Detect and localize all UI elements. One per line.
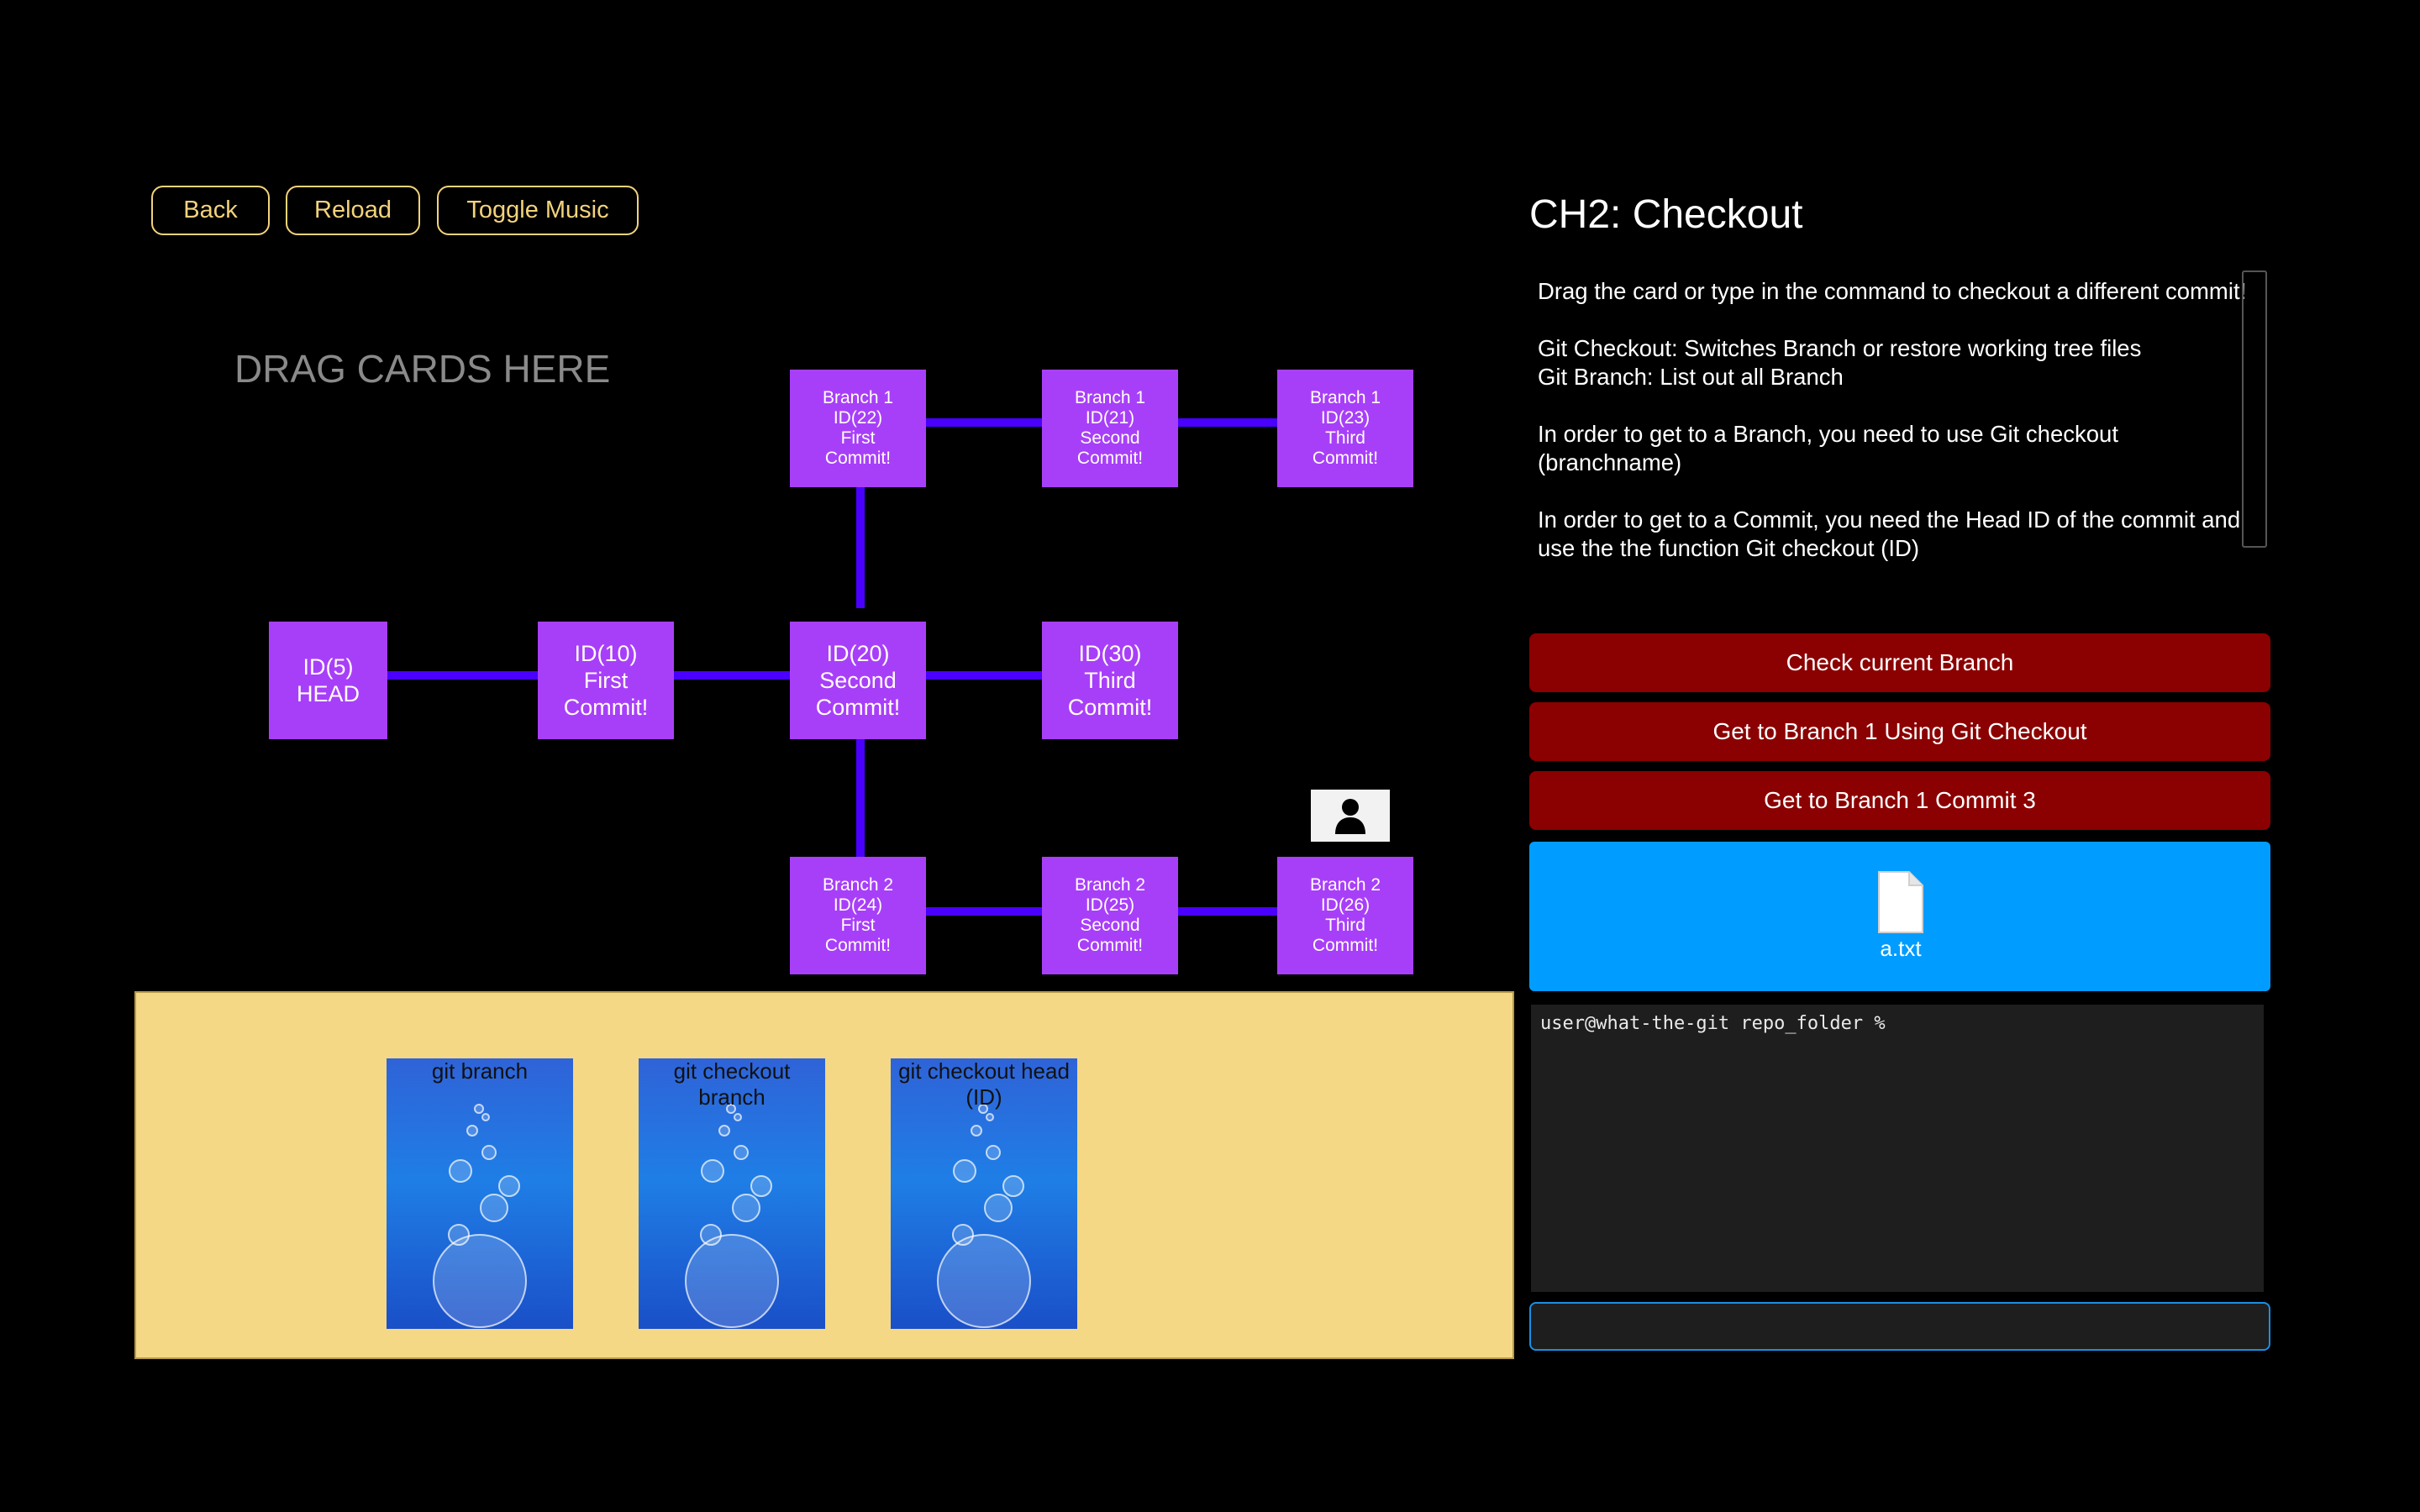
node-line: Second [819, 668, 897, 693]
node-line: First [840, 916, 876, 935]
file-icon[interactable] [1876, 870, 1926, 934]
commit-node-branch1-23[interactable]: Branch 1 ID(23) Third Commit! [1277, 370, 1413, 487]
commit-node-branch2-25[interactable]: Branch 2 ID(25) Second Commit! [1042, 857, 1178, 974]
node-line: Commit! [1312, 449, 1379, 468]
commit-node-10[interactable]: ID(10) First Commit! [538, 622, 674, 739]
current-position-marker [1311, 790, 1390, 842]
node-line: Second [1080, 428, 1140, 448]
node-line: ID(5) [302, 654, 354, 680]
bubbles-art [433, 1104, 527, 1328]
node-line: First [840, 428, 876, 448]
node-line: Branch 2 [822, 875, 894, 895]
commit-node-head[interactable]: ID(5) HEAD [269, 622, 387, 739]
terminal-output: user@what-the-git repo_folder % [1531, 1005, 2264, 1292]
node-line: HEAD [296, 681, 360, 706]
node-line: Branch 2 [1074, 875, 1146, 895]
node-line: Branch 1 [822, 388, 894, 407]
instructions: Drag the card or type in the command to … [1538, 277, 2252, 591]
branch1-checkout-button[interactable]: Get to Branch 1 Using Git Checkout [1529, 702, 2270, 761]
commit-node-branch2-24[interactable]: Branch 2 ID(24) First Commit! [790, 857, 926, 974]
node-line: Third [1084, 668, 1136, 693]
node-line: Branch 1 [1309, 388, 1381, 407]
node-line: Commit! [1076, 449, 1144, 468]
commit-node-30[interactable]: ID(30) Third Commit! [1042, 622, 1178, 739]
user-icon [1335, 799, 1365, 834]
file-name: a.txt [1880, 936, 1922, 961]
node-line: Commit! [1312, 936, 1379, 955]
instruction-text: Drag the card or type in the command to … [1538, 278, 2247, 304]
terminal-prompt: user@what-the-git repo_folder % [1540, 1013, 1886, 1034]
branch1-commit3-button[interactable]: Get to Branch 1 Commit 3 [1529, 771, 2270, 830]
node-line: ID(25) [1085, 895, 1135, 915]
card-label: git checkout branch [673, 1058, 791, 1110]
instruction-text: Git Branch: List out all Branch [1538, 364, 1844, 390]
node-line: Third [1325, 428, 1365, 448]
instructions-scrollbar[interactable] [2242, 270, 2267, 548]
node-line: Third [1325, 916, 1365, 935]
node-line: ID(20) [826, 641, 890, 666]
node-line: Commit! [815, 695, 901, 720]
instruction-text: In order to get to a Branch, you need to… [1538, 421, 2118, 475]
node-line: ID(30) [1078, 641, 1142, 666]
check-current-branch-button[interactable]: Check current Branch [1529, 633, 2270, 692]
instruction-text: In order to get to a Commit, you need th… [1538, 507, 2241, 561]
instruction-text: Git Checkout: Switches Branch or restore… [1538, 335, 2142, 361]
commit-node-branch1-21[interactable]: Branch 1 ID(21) Second Commit! [1042, 370, 1178, 487]
node-line: ID(23) [1320, 408, 1370, 428]
node-line: Commit! [824, 449, 892, 468]
commit-node-20[interactable]: ID(20) Second Commit! [790, 622, 926, 739]
node-line: ID(10) [574, 641, 638, 666]
card-git-checkout-head[interactable]: git checkout head (ID) [891, 1058, 1077, 1329]
commit-node-branch1-22[interactable]: Branch 1 ID(22) First Commit! [790, 370, 926, 487]
node-line: Commit! [563, 695, 649, 720]
commit-node-branch2-26[interactable]: Branch 2 ID(26) Third Commit! [1277, 857, 1413, 974]
node-line: Branch 1 [1074, 388, 1146, 407]
card-label: git branch [431, 1058, 529, 1084]
node-line: Commit! [824, 936, 892, 955]
node-line: Commit! [1076, 936, 1144, 955]
node-line: ID(21) [1085, 408, 1135, 428]
node-line: Second [1080, 916, 1140, 935]
card-label: git checkout head (ID) [898, 1058, 1070, 1110]
node-line: Commit! [1067, 695, 1153, 720]
command-input[interactable] [1529, 1302, 2270, 1351]
chapter-title: CH2: Checkout [1529, 192, 1803, 237]
node-line: ID(22) [833, 408, 883, 428]
card-git-branch[interactable]: git branch [387, 1058, 573, 1329]
node-line: First [583, 668, 629, 693]
node-line: ID(26) [1320, 895, 1370, 915]
card-git-checkout-branch[interactable]: git checkout branch [639, 1058, 825, 1329]
node-line: ID(24) [833, 895, 883, 915]
node-line: Branch 2 [1309, 875, 1381, 895]
